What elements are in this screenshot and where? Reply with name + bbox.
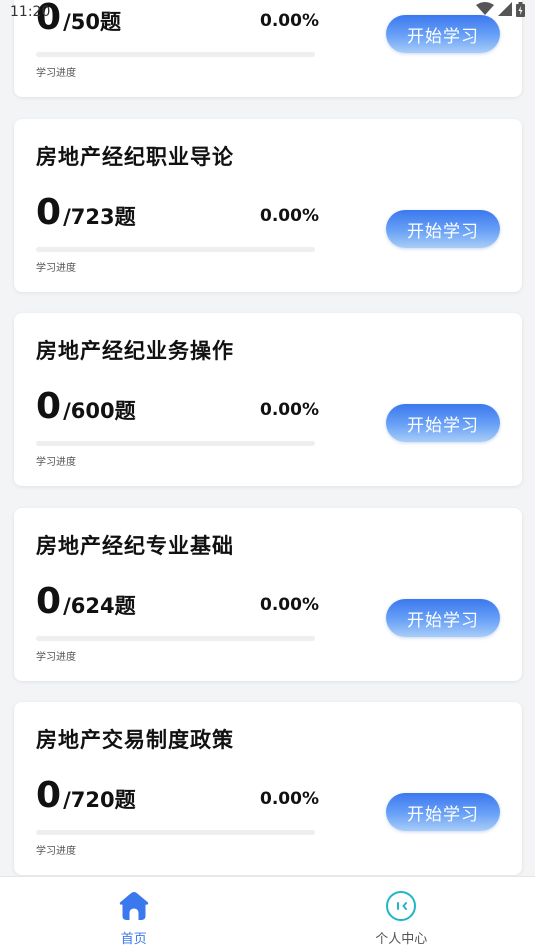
progress-percent: 0.00% — [260, 400, 319, 420]
progress-percent: 0.00% — [260, 11, 319, 31]
question-count: 0 /50题 — [36, 0, 121, 36]
tab-profile-label: 个人中心 — [375, 932, 428, 947]
start-study-button[interactable]: 开始学习 — [386, 793, 500, 831]
total-count: /720题 — [63, 784, 136, 814]
course-title: 房地产交易制度政策 — [36, 728, 234, 752]
done-count: 0 — [36, 386, 62, 427]
question-unit: 题 — [114, 594, 136, 618]
done-count: 0 — [36, 0, 62, 38]
course-card: 房地产经纪业务操作 0 /600题 0.00% 学习进度 开始学习 — [14, 313, 522, 486]
progress-bar — [36, 636, 315, 641]
done-count: 0 — [36, 581, 62, 622]
total-count: /624题 — [63, 590, 136, 620]
home-icon — [119, 892, 148, 920]
total-number: /600 — [63, 399, 115, 423]
progress-label: 学习进度 — [36, 846, 76, 857]
course-title: 房地产经纪职业导论 — [36, 145, 234, 169]
done-count: 0 — [36, 192, 62, 233]
question-unit: 题 — [114, 399, 136, 423]
progress-percent: 0.00% — [260, 789, 319, 809]
bottom-tab-bar: 首页 个人中心 — [0, 876, 535, 951]
course-card: 0 /50题 0.00% 学习进度 开始学习 — [14, 0, 522, 97]
total-number: /50 — [63, 10, 100, 34]
total-count: /723题 — [63, 201, 136, 231]
course-card: 房地产交易制度政策 0 /720题 0.00% 学习进度 开始学习 — [14, 702, 522, 875]
progress-bar — [36, 247, 315, 252]
tab-home-label: 首页 — [120, 932, 147, 947]
progress-bar — [36, 52, 315, 57]
progress-label: 学习进度 — [36, 68, 76, 79]
course-card: 房地产经纪专业基础 0 /624题 0.00% 学习进度 开始学习 — [14, 508, 522, 681]
course-title: 房地产经纪业务操作 — [36, 339, 234, 363]
done-count: 0 — [36, 775, 62, 816]
total-number: /624 — [63, 594, 115, 618]
progress-label: 学习进度 — [36, 652, 76, 663]
question-count: 0 /624题 — [36, 584, 136, 620]
profile-face-icon — [386, 891, 417, 921]
course-title: 房地产经纪专业基础 — [36, 534, 234, 558]
course-card: 房地产经纪职业导论 0 /723题 0.00% 学习进度 开始学习 — [14, 119, 522, 292]
progress-percent: 0.00% — [260, 206, 319, 226]
tab-profile[interactable]: 个人中心 — [268, 877, 535, 951]
question-count: 0 /723题 — [36, 195, 136, 231]
question-count: 0 /600题 — [36, 389, 136, 425]
progress-bar — [36, 441, 315, 446]
progress-bar — [36, 830, 315, 835]
tab-home[interactable]: 首页 — [0, 877, 268, 951]
start-study-button[interactable]: 开始学习 — [386, 404, 500, 442]
total-count: /50题 — [63, 6, 121, 36]
total-count: /600题 — [63, 395, 136, 425]
start-study-button[interactable]: 开始学习 — [386, 599, 500, 637]
progress-percent: 0.00% — [260, 595, 319, 615]
question-unit: 题 — [114, 205, 136, 229]
start-study-button[interactable]: 开始学习 — [386, 15, 500, 53]
question-unit: 题 — [99, 10, 121, 34]
progress-label: 学习进度 — [36, 457, 76, 468]
start-study-button[interactable]: 开始学习 — [386, 210, 500, 248]
progress-label: 学习进度 — [36, 263, 76, 274]
question-unit: 题 — [114, 788, 136, 812]
total-number: /720 — [63, 788, 115, 812]
total-number: /723 — [63, 205, 115, 229]
question-count: 0 /720题 — [36, 778, 136, 814]
